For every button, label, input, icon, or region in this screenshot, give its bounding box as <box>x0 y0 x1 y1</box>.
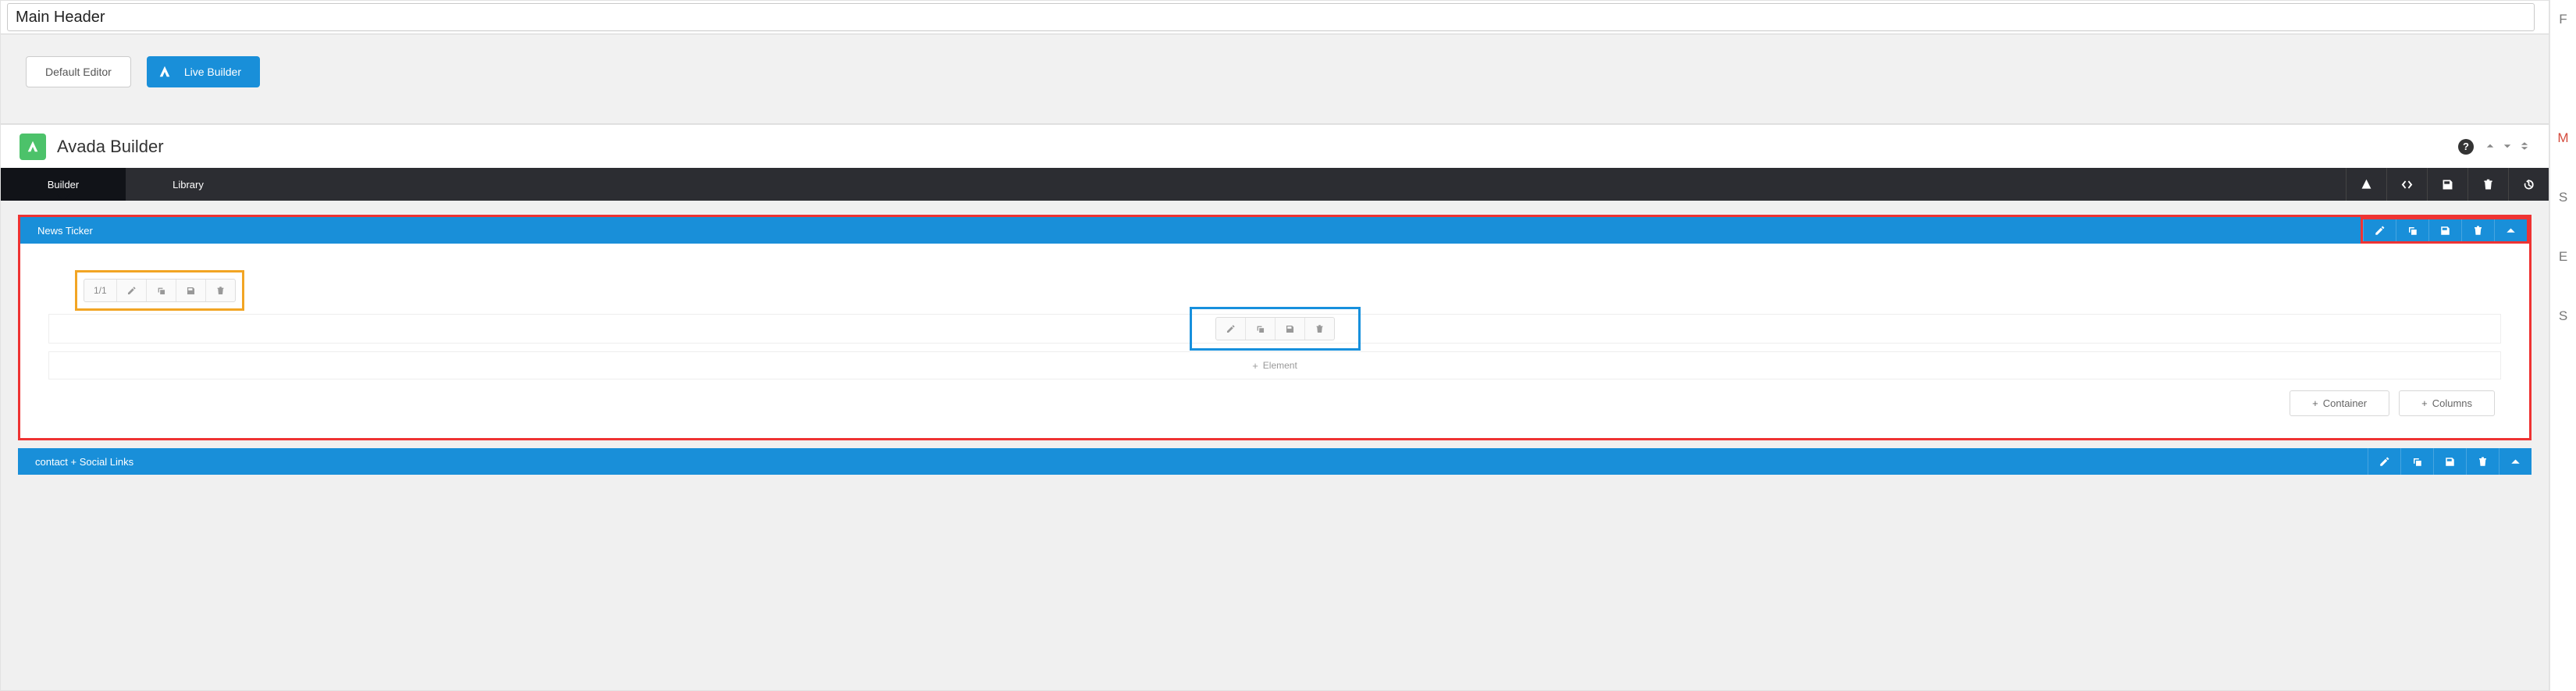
side-letter <box>2550 64 2576 94</box>
side-letter: E <box>2550 242 2576 272</box>
column-edit-icon[interactable] <box>117 280 147 301</box>
editor-mode-bar: Default Editor Live Builder <box>1 34 2549 124</box>
element-edit-icon[interactable] <box>1216 318 1246 340</box>
help-button[interactable]: ? <box>2458 139 2474 155</box>
element-toolbar <box>1215 317 1335 340</box>
container-trash-icon[interactable] <box>2466 448 2499 475</box>
avada-logo <box>20 134 46 160</box>
container-edit-icon[interactable] <box>2368 448 2400 475</box>
trash-icon[interactable] <box>2467 168 2508 201</box>
avada-builder-header: Avada Builder ? <box>1 124 2549 168</box>
container-trash-icon[interactable] <box>2461 219 2494 241</box>
avada-icon <box>156 63 173 80</box>
container-label: News Ticker <box>37 225 93 237</box>
post-title-input[interactable] <box>7 3 2535 31</box>
live-builder-label: Live Builder <box>184 66 241 78</box>
element-save-icon[interactable] <box>1276 318 1305 340</box>
column-clone-icon[interactable] <box>147 280 176 301</box>
element-toolbar-highlight <box>1190 307 1361 351</box>
add-columns-label: Columns <box>2432 397 2472 409</box>
tab-builder[interactable]: Builder <box>1 168 126 201</box>
caret-up-icon[interactable] <box>2485 141 2496 153</box>
container-clone-icon[interactable] <box>2396 219 2428 241</box>
add-container-button[interactable]: + Container <box>2290 390 2389 416</box>
container-header[interactable]: News Ticker <box>20 217 2529 244</box>
side-letter: S <box>2550 183 2576 212</box>
container-save-icon[interactable] <box>2433 448 2466 475</box>
element-clone-icon[interactable] <box>1246 318 1276 340</box>
add-columns-button[interactable]: + Columns <box>2399 390 2495 416</box>
right-sidebar-strip: F M S E S <box>2549 0 2576 691</box>
side-letter <box>2550 212 2576 242</box>
add-container-label: Container <box>2323 397 2367 409</box>
element-row <box>48 314 2501 344</box>
container-collapse-icon[interactable] <box>2499 448 2532 475</box>
side-letter: F <box>2550 5 2576 34</box>
plus-icon: + <box>2312 397 2318 409</box>
container-save-icon[interactable] <box>2428 219 2461 241</box>
collapse-controls <box>2485 141 2530 153</box>
container-header[interactable]: contact + Social Links <box>18 448 2532 475</box>
plus-icon: + <box>2421 397 2428 409</box>
column-toolbar: 1/1 <box>84 279 236 302</box>
add-container-icon[interactable] <box>2346 168 2386 201</box>
column-toolbar-highlight: 1/1 <box>75 270 244 311</box>
container-contact-social: contact + Social Links <box>18 448 2532 475</box>
default-editor-button[interactable]: Default Editor <box>26 56 131 87</box>
element-trash-icon[interactable] <box>1305 318 1334 340</box>
side-letter: M <box>2550 123 2576 153</box>
live-builder-button[interactable]: Live Builder <box>147 56 260 87</box>
builder-tab-strip: Builder Library <box>1 168 2549 201</box>
avada-builder-title: Avada Builder <box>57 137 164 157</box>
tab-library[interactable]: Library <box>126 168 251 201</box>
side-letter <box>2550 34 2576 64</box>
side-letter <box>2550 272 2576 301</box>
column-save-icon[interactable] <box>176 280 206 301</box>
plus-icon: + <box>1252 360 1258 372</box>
side-letter <box>2550 94 2576 123</box>
side-letter: S <box>2550 301 2576 331</box>
container-collapse-icon[interactable] <box>2494 219 2527 241</box>
column-trash-icon[interactable] <box>206 280 235 301</box>
history-icon[interactable] <box>2508 168 2549 201</box>
caret-toggle-icon[interactable] <box>2519 141 2530 153</box>
column-ratio-label[interactable]: 1/1 <box>84 280 117 301</box>
container-news-ticker: News Ticker <box>18 215 2532 440</box>
container-clone-icon[interactable] <box>2400 448 2433 475</box>
container-edit-icon[interactable] <box>2363 219 2396 241</box>
save-icon[interactable] <box>2427 168 2467 201</box>
container-label: contact + Social Links <box>35 456 133 468</box>
caret-down-icon[interactable] <box>2502 141 2513 153</box>
side-letter <box>2550 153 2576 183</box>
add-element-label: Element <box>1263 360 1297 371</box>
add-element-button[interactable]: + Element <box>48 351 2501 379</box>
code-icon[interactable] <box>2386 168 2427 201</box>
